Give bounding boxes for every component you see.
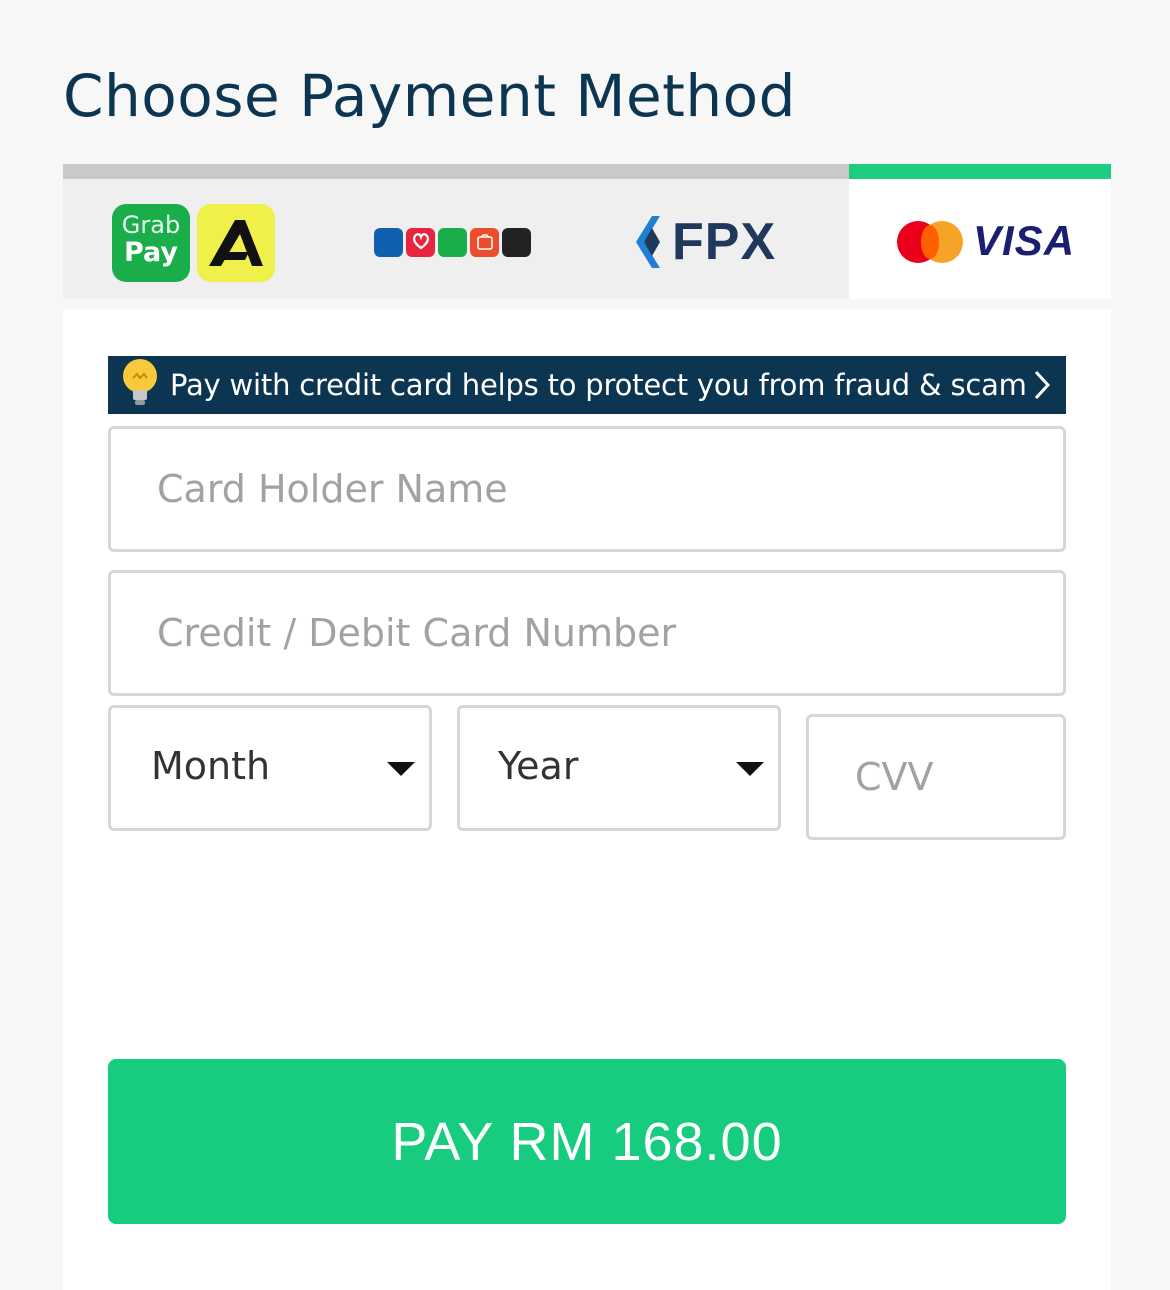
boost-logo — [406, 228, 435, 257]
banner-text: Pay with credit card helps to protect yo… — [170, 368, 1027, 402]
card-number-field[interactable] — [108, 570, 1066, 696]
tab-ewallets[interactable] — [324, 164, 586, 299]
fpx-logo: FPX — [630, 212, 776, 272]
ewallet-logos — [374, 228, 531, 257]
grabpay-mini-logo — [438, 228, 467, 257]
page-title: Choose Payment Method — [63, 62, 796, 130]
payment-method-tabs: Grab Pay FPX VISA — [63, 164, 1111, 299]
caret-down-icon — [736, 762, 764, 776]
year-select[interactable]: Year — [457, 705, 781, 831]
shopeepay-logo — [470, 228, 499, 257]
tab-card[interactable]: VISA — [849, 164, 1111, 299]
visa-logo: VISA — [973, 217, 1076, 264]
tab-grabpay-atome[interactable]: Grab Pay — [63, 164, 324, 299]
caret-down-icon — [387, 762, 415, 776]
card-number-input[interactable] — [111, 573, 1063, 693]
fpx-chevron-icon — [636, 216, 660, 268]
touchngo-logo — [374, 228, 403, 257]
pay-button[interactable]: PAY RM 168.00 — [108, 1059, 1066, 1224]
shopback-logo — [502, 228, 531, 257]
card-holder-name-field[interactable] — [108, 426, 1066, 552]
month-select[interactable]: Month — [108, 705, 432, 831]
grabpay-logo: Grab Pay — [112, 204, 190, 282]
cvv-input[interactable] — [809, 717, 1063, 837]
card-holder-name-input[interactable] — [111, 429, 1063, 549]
cvv-field[interactable] — [806, 714, 1066, 840]
month-select-value: Month — [151, 744, 271, 788]
mastercard-logo — [897, 221, 965, 263]
lightbulb-icon — [120, 356, 168, 414]
year-select-value: Year — [498, 744, 579, 788]
chevron-right-icon — [1034, 370, 1051, 400]
atome-logo — [197, 204, 275, 282]
fraud-protection-banner[interactable]: Pay with credit card helps to protect yo… — [108, 356, 1066, 414]
tab-fpx[interactable]: FPX — [586, 164, 849, 299]
